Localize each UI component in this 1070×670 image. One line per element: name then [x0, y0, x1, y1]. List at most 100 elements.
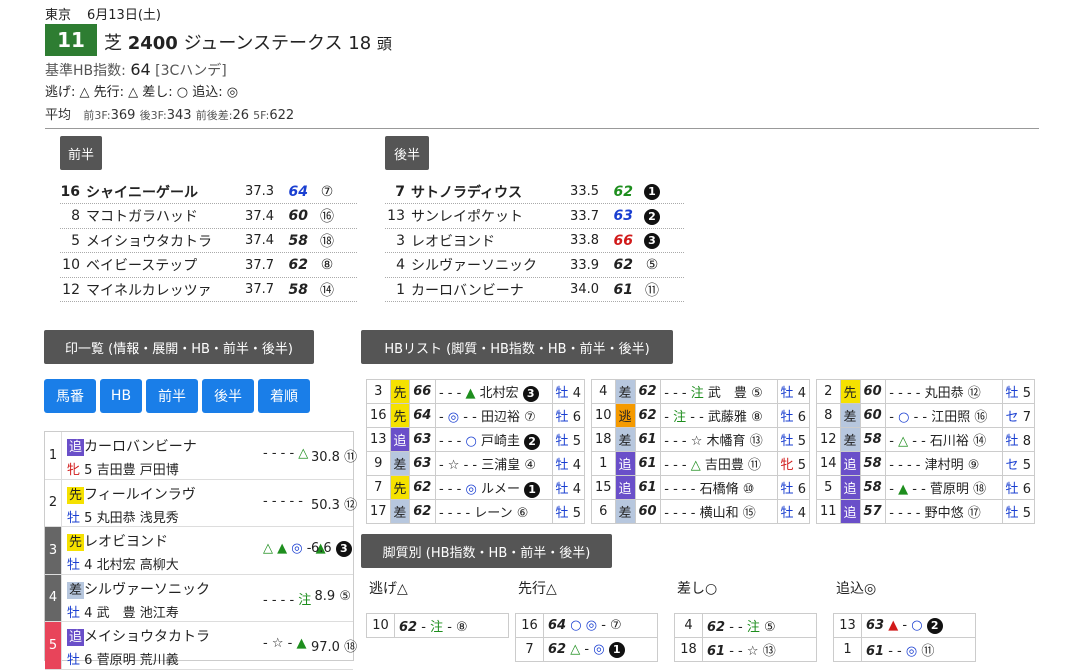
rank-mark: ⑭: [320, 282, 334, 299]
hblist-row[interactable]: 14 追 58- - - - 津村明 ⑨セ 5: [816, 451, 1036, 476]
kohan-table: 7 サトノラディウス 33.5 62 1 13 サンレイポケット 33.7 63 2 3 レオビヨンド…: [385, 180, 684, 305]
kyakushitsu-row[interactable]: 10 62 - 注 - ⑧: [366, 613, 509, 638]
horse-no: 17: [366, 499, 391, 524]
leg-tag: 差: [614, 499, 636, 524]
horse-name: レオビヨンド: [411, 233, 495, 250]
kyakushitsu-row[interactable]: 16 64 ○ ◎ - ⑦: [515, 613, 658, 638]
hblist-row[interactable]: 9 差 63- ☆ - - 三浦皇 ④牡 4: [366, 451, 586, 476]
tab-chakujun[interactable]: 着順: [258, 379, 310, 413]
hb: 58: [859, 475, 887, 500]
rank: ⑧: [751, 410, 763, 425]
trainer: 高柳大: [139, 558, 179, 573]
hblist-row[interactable]: 8 差 60- ○ - - 江田照 ⑯セ 7: [816, 403, 1036, 428]
hb: 61: [634, 427, 662, 452]
shirushi-row[interactable]: 5 追メイショウタカトラ牡 6 菅原明 荒川義 - ☆ - ▲ 97.0 ⑱: [45, 622, 357, 670]
kyakushitsu-row[interactable]: 1 61 - - ◎ ⑪: [833, 637, 976, 662]
kyakushitsu-row[interactable]: 7 62 △ - ◎ 1: [515, 637, 658, 662]
hb: 58: [859, 427, 887, 452]
rank: ⑪: [748, 458, 762, 473]
jockey: 石川裕: [929, 434, 969, 449]
rank: ⑭: [973, 434, 987, 449]
divider: [45, 128, 1039, 129]
hblist-row[interactable]: 5 追 58- ▲ - - 菅原明 ⑱牡 6: [816, 475, 1036, 500]
jockey: 木幡育: [706, 434, 746, 449]
hb: 66: [613, 232, 633, 249]
odds: 6.6: [311, 541, 332, 556]
marks-jockey: - - - - 石橋脩 ⑩: [660, 475, 778, 500]
hblist-row[interactable]: 11 追 57- - - - 野中悠 ⑰牡 5: [816, 499, 1036, 524]
hblist-row[interactable]: 6 差 60- - - - 横山和 ⑮牡 4: [591, 499, 811, 524]
leg-tag: 先: [67, 486, 85, 504]
leg-tag: 先: [389, 475, 411, 500]
rank: 2: [524, 433, 541, 450]
heads: 18: [348, 33, 372, 54]
hblist-table: 3 先 66- - - ▲ 北村宏 3牡 4 16 先 64- ◎ - - 田辺裕 ⑦牡 …: [366, 379, 586, 524]
avg-label: 平均: [45, 108, 72, 123]
sex-age: 牡 5: [1001, 499, 1036, 524]
shirushi-row[interactable]: 2 先フィールインラヴ牡 5 丸田恭 浅見秀 - - - - - 50.3 ⑫: [45, 479, 357, 527]
horse-no: 14: [816, 451, 841, 476]
kohan-row: 1 カーロバンビーナ 34.0 61 ⑪: [385, 278, 684, 303]
shirushi-row[interactable]: 3 先レオビヨンド牡 4 北村宏 高柳大 △ ▲ ◎ - ▲ 6.6 3: [45, 527, 353, 575]
time: 34.0: [570, 282, 599, 298]
hblist-row[interactable]: 10 逃 62- 注 - - 武藤雅 ⑧牡 6: [591, 403, 811, 428]
horse-no: 13: [833, 613, 862, 638]
marks: - - - - -: [263, 493, 303, 509]
hblist-row[interactable]: 12 差 58- △ - - 石川裕 ⑭牡 8: [816, 427, 1036, 452]
rank-mark: ⑯: [320, 209, 334, 226]
sex-age: セ 7: [1001, 403, 1036, 428]
average-line: 平均 前3F:369 後3F:343 前後差:26 5F:622: [45, 108, 295, 123]
hb-note: [3Cハンデ]: [155, 63, 227, 79]
hblist-row[interactable]: 16 先 64- ◎ - - 田辺裕 ⑦牡 6: [366, 403, 586, 428]
leg-tag: 追: [389, 427, 411, 452]
odds: 30.8: [311, 450, 340, 465]
tab-zenhan[interactable]: 前半: [146, 379, 198, 413]
kyakushitsu-row[interactable]: 4 62 - - 注 ⑤: [674, 613, 817, 638]
hb: 62: [409, 499, 436, 524]
horse-no: 10: [366, 613, 395, 638]
shirushi-row[interactable]: 1 追カーロバンビーナ牝 5 吉田豊 戸田博 - - - - △ 30.8 ⑪: [45, 432, 357, 480]
marks-jockey: - ☆ - - 三浦皇 ④: [434, 451, 553, 476]
hblist-row[interactable]: 18 差 61- - - ☆ 木幡育 ⑬牡 5: [591, 427, 811, 452]
tab-kohan[interactable]: 後半: [202, 379, 254, 413]
hblist-row[interactable]: 13 追 63- - - ○ 戸崎圭 2牡 5: [366, 427, 586, 452]
time: 33.9: [570, 257, 599, 273]
hblist-row[interactable]: 17 差 62- - - - レーン ⑥牡 5: [366, 499, 586, 524]
horse-name: カーロバンビーナ: [84, 439, 197, 455]
tab-hb[interactable]: HB: [100, 379, 142, 413]
sex: 牡: [555, 434, 569, 449]
hblist-row[interactable]: 4 差 62- - - 注 武 豊 ⑤牡 4: [591, 379, 811, 404]
jockey: 戸崎圭: [480, 433, 520, 449]
tab-umaban[interactable]: 馬番: [44, 379, 96, 413]
leg-tag: 追: [614, 475, 636, 500]
horse-no: 18: [591, 427, 616, 452]
horse-no: 1: [833, 637, 862, 662]
time: 37.7: [245, 257, 274, 273]
race-date: 6月13日(土): [87, 8, 161, 23]
hblist-row[interactable]: 2 先 60- - - - 丸田恭 ⑫牡 5: [816, 379, 1036, 404]
horse-no: 4: [674, 613, 703, 638]
hblist-row[interactable]: 15 追 61- - - - 石橋脩 ⑩牡 6: [591, 475, 811, 500]
horse-no: 8: [816, 403, 841, 428]
kyakushitsu-row[interactable]: 18 61 - - ☆ ⑬: [674, 637, 817, 662]
horse-name: マコトガラハッド: [86, 209, 198, 226]
odds-rank: 97.0 ⑱: [311, 636, 357, 655]
age: 6: [572, 410, 581, 425]
shirushi-row[interactable]: 4 差シルヴァーソニック牡 4 武 豊 池江寿 - - - - 注 8.9 ⑤: [45, 574, 353, 622]
sex: 牡: [780, 506, 794, 521]
age: 4: [572, 458, 581, 473]
hblist-row[interactable]: 1 追 61- - - △ 吉田豊 ⑪牝 5: [591, 451, 811, 476]
kyakushitsu-row[interactable]: 13 63 ▲ - ○ 2: [833, 613, 976, 638]
horse-name: シャイニーゲール: [86, 184, 198, 201]
sex: セ: [1005, 458, 1019, 473]
row-index: 1: [45, 432, 62, 479]
rank-mark: 3: [633, 232, 671, 250]
sex-age: 牡 6: [1001, 475, 1036, 500]
jockey: 石橋脩: [699, 482, 739, 497]
hblist-row[interactable]: 7 先 62- - - ◎ ルメー 1牡 4: [366, 475, 586, 500]
rank: 3: [522, 385, 539, 402]
horse-no: 1: [591, 451, 616, 476]
hblist-row[interactable]: 3 先 66- - - ▲ 北村宏 3牡 4: [366, 379, 586, 404]
marks: - ☆ - ▲: [263, 636, 307, 651]
time: 33.8: [570, 233, 599, 249]
